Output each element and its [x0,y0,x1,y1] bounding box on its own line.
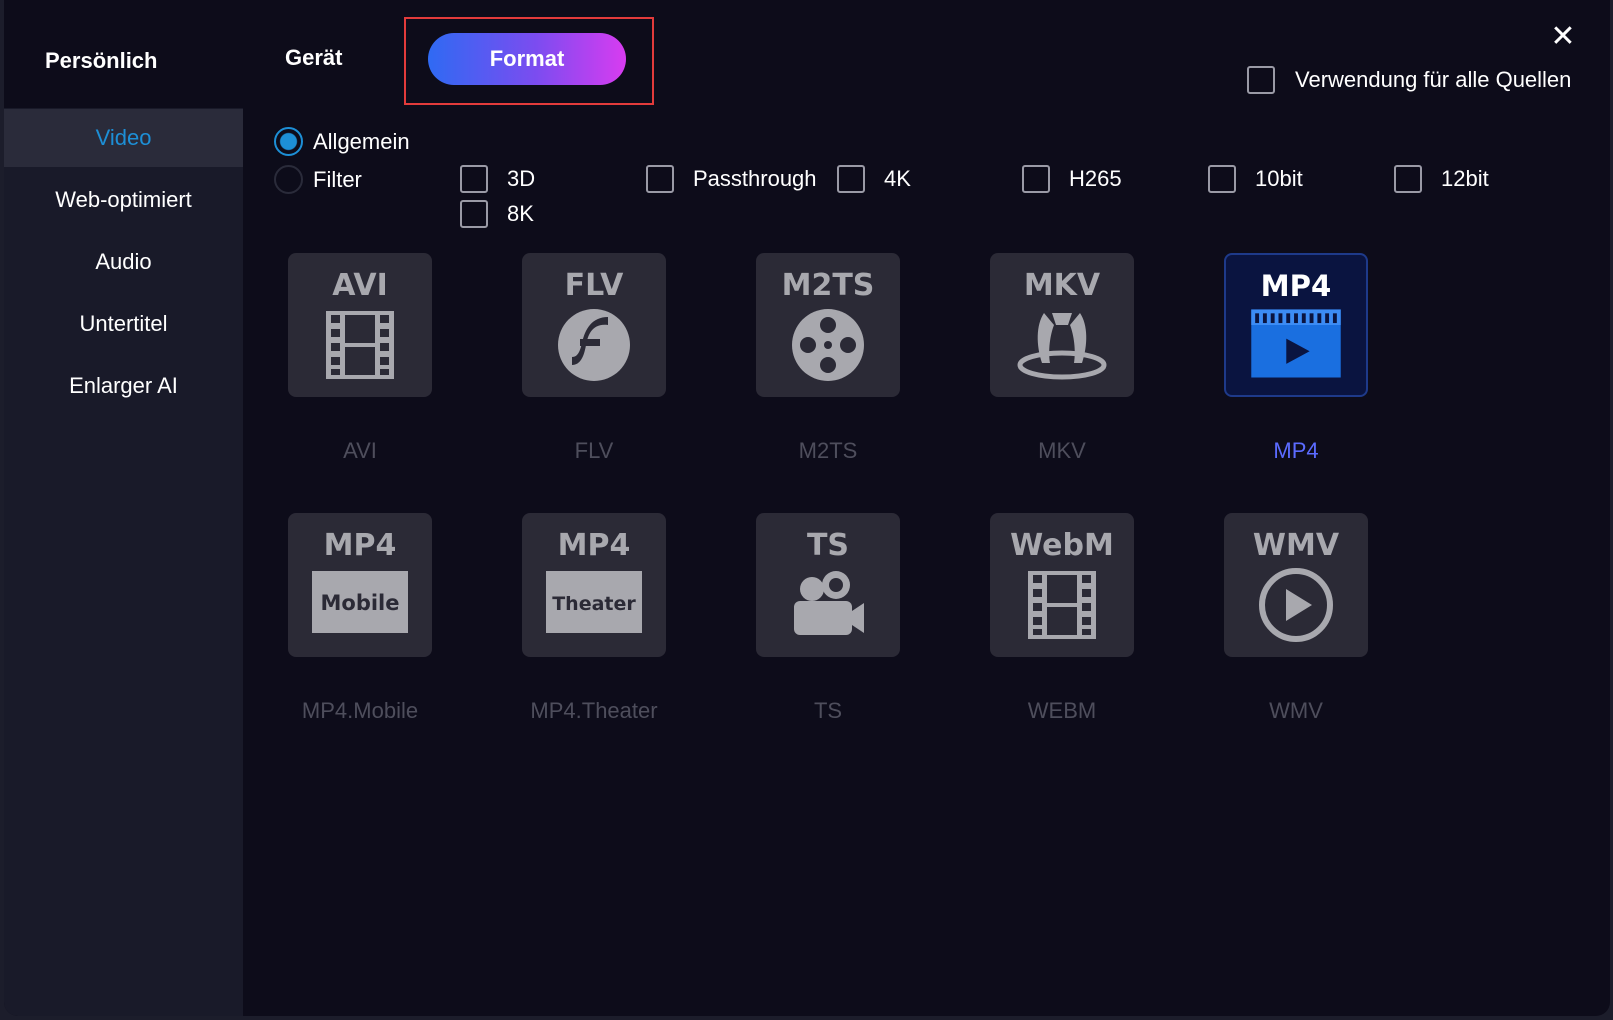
sidebar-title: Persönlich [45,48,158,73]
label-h265: H265 [1069,166,1122,191]
sidebar-item-enlarger-ai[interactable]: Enlarger AI [4,357,243,415]
format-label-avi: AVI [343,438,377,463]
radio-general-label: Allgemein [313,128,410,154]
format-tile-webm[interactable]: WebM [990,513,1134,657]
format-tile-mp4-theater[interactable]: MP4 Theater [522,513,666,657]
film-strip-icon: AVI [326,268,394,379]
apply-to-all-sources-checkbox[interactable]: Verwendung für alle Quellen [1247,66,1571,94]
matroska-icon: MKV [1017,268,1107,380]
format-tile-mp4-mobile[interactable]: MP4 Mobile [288,513,432,657]
mp4-theater-icon-text: MP4 [558,528,631,563]
video-play-icon: MP4 [1251,269,1341,378]
format-tile-mkv[interactable]: MKV [990,253,1134,397]
label-8k: 8K [507,201,534,226]
checkbox-10bit[interactable] [1208,165,1236,193]
m2ts-icon-text: M2TS [782,268,875,303]
label-passthrough: Passthrough [693,166,817,191]
format-tile-ts[interactable]: TS [756,513,900,657]
sidebar: Persönlich Video Web-optimiert Audio Unt… [4,0,243,1016]
flash-icon: FLV [558,268,630,381]
mp4-mobile-sub-text: Mobile [321,591,400,615]
radio-general[interactable]: Allgemein [274,127,410,156]
label-3d: 3D [507,166,536,191]
format-label-m2ts: M2TS [798,438,858,463]
filter-option-12bit[interactable]: 12bit [1394,165,1489,193]
mp4-icon-text: MP4 [1261,269,1332,303]
format-label-mp4-mobile: MP4.Mobile [301,698,419,723]
wmv-icon-text: WMV [1253,528,1340,563]
radio-filter-indicator[interactable] [274,165,303,194]
format-label-mp4: MP4 [1273,438,1319,463]
flv-icon-text: FLV [565,268,624,303]
format-label-wmv: WMV [1269,698,1323,723]
apply-to-all-checkbox-box[interactable] [1247,66,1275,94]
film-reel-icon: M2TS [782,268,875,381]
tab-device[interactable]: Gerät [285,45,342,71]
format-dialog: Persönlich Video Web-optimiert Audio Unt… [4,0,1610,1016]
filter-option-3d[interactable]: 3D [460,165,535,193]
filter-option-8k[interactable]: 8K [460,200,534,228]
mp4-theater-sub-text: Theater [552,593,636,615]
format-tile-mp4[interactable]: MP4 [1224,253,1368,397]
sidebar-item-video[interactable]: Video [4,109,243,167]
webm-icon-text: WebM [1010,528,1114,563]
format-tile-m2ts[interactable]: M2TS [756,253,900,397]
radio-filter-label: Filter [313,166,362,192]
tab-highlight-frame [404,17,654,105]
label-10bit: 10bit [1255,166,1303,191]
close-icon[interactable]: ✕ [1548,22,1578,52]
format-tile-avi[interactable]: AVI [288,253,432,397]
checkbox-3d[interactable] [460,165,488,193]
film-strip-icon: WebM [1010,528,1114,639]
mp4-mobile-icon-text: MP4 [324,528,397,563]
label-12bit: 12bit [1441,166,1489,191]
mkv-icon-text: MKV [1024,268,1101,303]
apply-to-all-label: Verwendung für alle Quellen [1295,67,1572,92]
checkbox-4k[interactable] [837,165,865,193]
avi-icon-text: AVI [332,268,388,303]
sidebar-item-subtitle[interactable]: Untertitel [4,295,243,353]
format-label-flv: FLV [574,438,614,463]
mobile-badge-icon: MP4 Mobile [312,528,408,633]
format-tile-wmv[interactable]: WMV [1224,513,1368,657]
checkbox-12bit[interactable] [1394,165,1422,193]
checkbox-h265[interactable] [1022,165,1050,193]
filter-option-passthrough[interactable]: Passthrough [646,165,817,193]
radio-general-indicator[interactable] [274,127,303,156]
sidebar-item-web-optimized[interactable]: Web-optimiert [4,171,243,229]
format-label-ts: TS [813,698,843,723]
radio-filter[interactable]: Filter [274,165,362,194]
filter-option-4k[interactable]: 4K [837,165,911,193]
label-4k: 4K [884,166,911,191]
theater-badge-icon: MP4 Theater [546,528,642,633]
filter-option-10bit[interactable]: 10bit [1208,165,1303,193]
sidebar-header: Persönlich [4,0,243,108]
checkbox-passthrough[interactable] [646,165,674,193]
ts-icon-text: TS [807,528,849,563]
format-label-mkv: MKV [1038,438,1086,463]
format-label-webm: WEBM [1027,698,1097,723]
format-tile-flv[interactable]: FLV [522,253,666,397]
format-label-mp4-theater: MP4.Theater [530,698,658,723]
filter-option-h265[interactable]: H265 [1022,165,1122,193]
video-camera-icon: TS [794,528,864,635]
checkbox-8k[interactable] [460,200,488,228]
play-circle-icon: WMV [1253,528,1340,642]
sidebar-item-audio[interactable]: Audio [4,233,243,291]
